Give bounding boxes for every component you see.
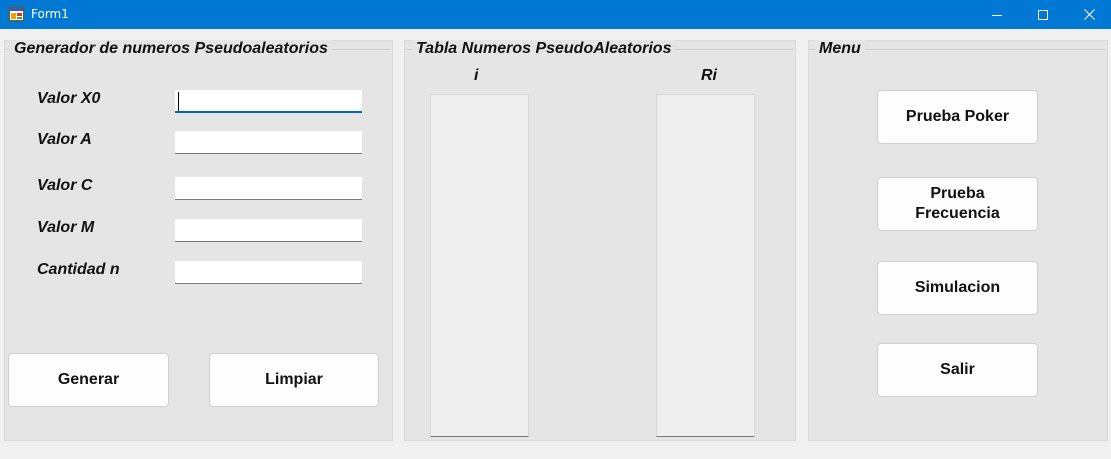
label-valor-m: Valor M — [37, 219, 95, 236]
poker-test-button[interactable]: Prueba Poker — [877, 90, 1038, 144]
valor-m-input[interactable] — [175, 219, 362, 242]
minimize-button[interactable] — [974, 0, 1020, 29]
column-header-i: i — [474, 67, 479, 84]
form-bottom-strip — [0, 442, 1111, 459]
valor-x0-input[interactable] — [175, 90, 362, 113]
table-group-title: Tabla Numeros PseudoAleatorios — [412, 40, 676, 58]
close-icon — [1083, 9, 1095, 20]
exit-button[interactable]: Salir — [877, 343, 1038, 397]
i-values-listbox[interactable] — [430, 94, 529, 437]
generator-group-title: Generador de numeros Pseudoaleatorios — [10, 40, 332, 58]
generate-button[interactable]: Generar — [8, 353, 169, 407]
label-valor-c: Valor C — [37, 177, 93, 194]
window-title: Form1 — [31, 7, 69, 21]
column-header-ri: Ri — [701, 67, 717, 84]
clear-button[interactable]: Limpiar — [209, 353, 379, 407]
title-bar: Form1 — [0, 0, 1111, 29]
maximize-button[interactable] — [1020, 0, 1066, 29]
label-valor-a: Valor A — [37, 131, 92, 148]
menu-group-title: Menu — [815, 40, 865, 58]
frequency-test-button[interactable]: Prueba Frecuencia — [877, 177, 1038, 231]
ri-values-listbox[interactable] — [656, 94, 755, 437]
label-cantidad-n: Cantidad n — [37, 261, 120, 278]
windows-forms-app-icon[interactable] — [9, 7, 24, 21]
label-valor-x0: Valor X0 — [37, 90, 101, 107]
valor-a-input[interactable] — [175, 131, 362, 154]
close-button[interactable] — [1066, 0, 1111, 29]
cantidad-n-input[interactable] — [175, 261, 362, 284]
text-caret — [178, 92, 179, 111]
minimize-icon — [992, 14, 1002, 16]
simulation-button[interactable]: Simulacion — [877, 261, 1038, 315]
maximize-icon — [1038, 9, 1048, 20]
valor-c-input[interactable] — [175, 177, 362, 200]
